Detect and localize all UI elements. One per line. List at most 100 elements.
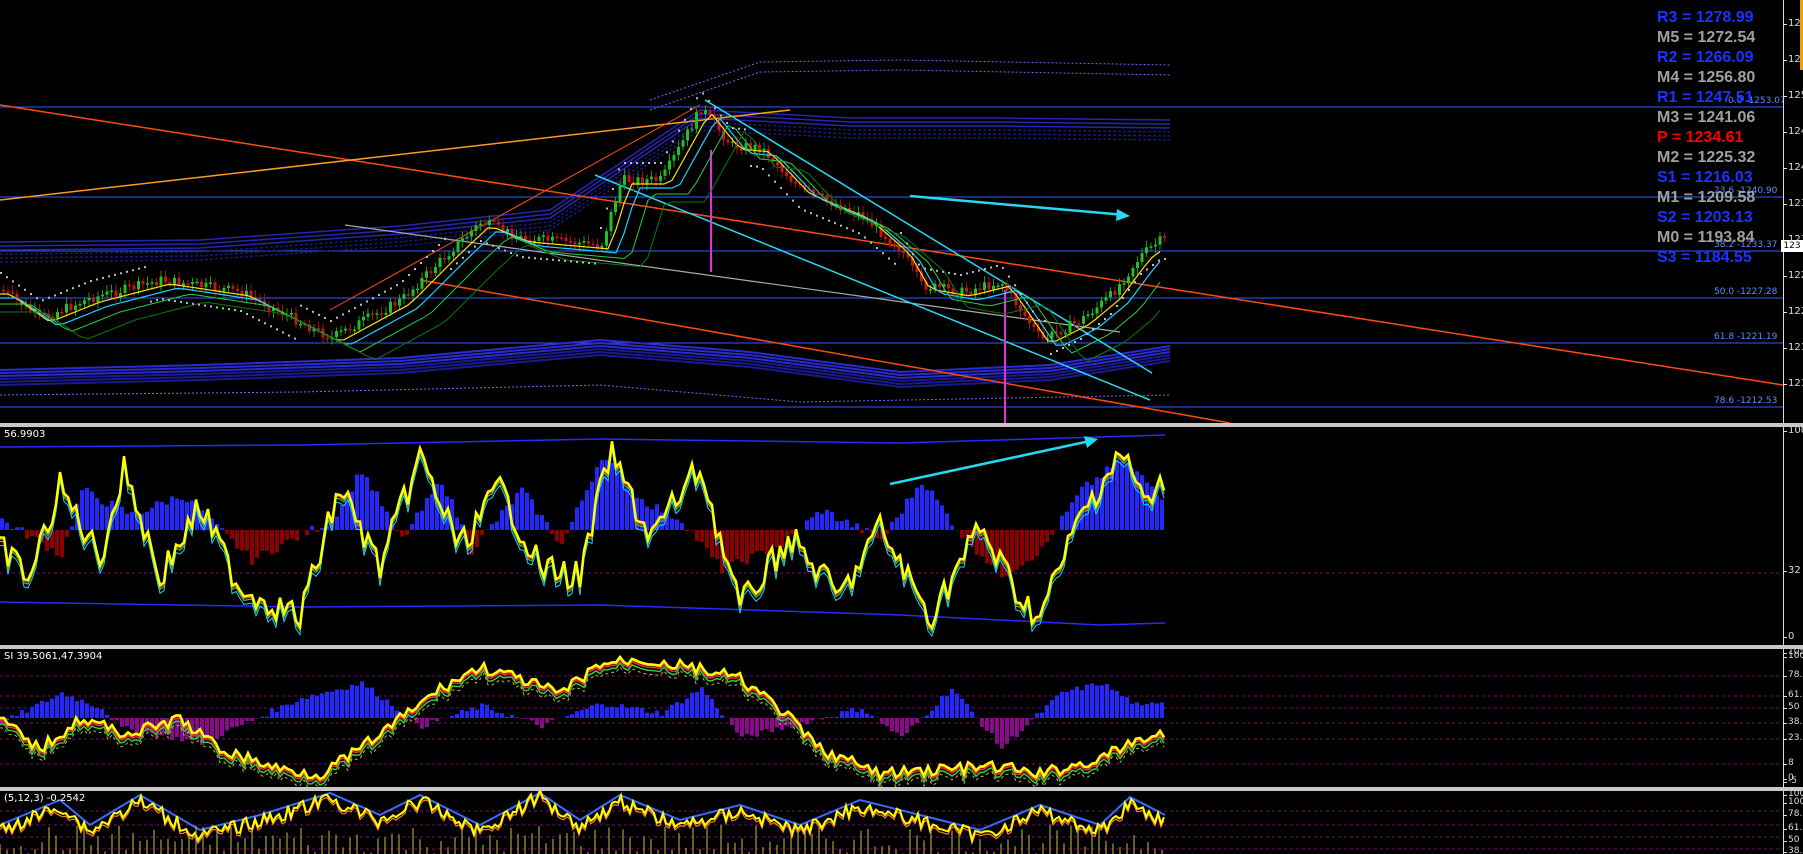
si-scale[interactable]: 10510078.661.85038.223.680-5 xyxy=(1782,649,1803,787)
candle xyxy=(897,246,901,252)
histogram-bar xyxy=(495,521,499,530)
si-chart[interactable] xyxy=(0,649,1783,787)
fib-level-label: 50.0 -1227.28 xyxy=(1714,287,1778,297)
current-price-tag: 123 xyxy=(1781,240,1803,252)
candle xyxy=(1140,253,1144,263)
si-histogram-bar xyxy=(710,698,714,718)
sar-dot xyxy=(354,306,356,309)
histogram-bar xyxy=(920,484,924,530)
candle xyxy=(591,243,595,245)
candle xyxy=(123,284,127,294)
si-histogram-bar xyxy=(990,718,994,734)
candle xyxy=(965,287,968,292)
sar-dot xyxy=(726,122,728,125)
candle xyxy=(1100,300,1103,308)
sar-dot xyxy=(870,241,872,244)
si-histogram-bar xyxy=(845,711,849,718)
candle xyxy=(794,181,797,184)
si-histogram-bar xyxy=(300,698,304,718)
si-histogram-bar xyxy=(385,699,389,718)
band-lower xyxy=(0,601,1166,626)
candle xyxy=(470,230,473,237)
candle xyxy=(128,284,131,287)
price-chart-pane[interactable]: 0.0 -1253.07 23.6 -1240.90 38.2 -1233.37 50… xyxy=(0,0,1803,423)
candle xyxy=(74,305,77,311)
si-histogram-bar xyxy=(475,709,479,718)
candle xyxy=(596,244,599,248)
si-histogram-bar xyxy=(215,718,219,739)
si-histogram-bar xyxy=(125,718,129,727)
pivot-level-6: P = 1234.61 xyxy=(1657,129,1744,146)
oscillator-line xyxy=(0,441,1166,631)
si-histogram-bar xyxy=(65,696,69,718)
si-histogram-bar xyxy=(60,692,64,718)
si-histogram-bar xyxy=(965,703,969,718)
histogram-bar xyxy=(790,530,794,535)
si-histogram-bar xyxy=(715,708,719,718)
candle xyxy=(645,179,649,185)
si-pane[interactable]: SI 39.5061,47.3904 10510078.661.85038.22… xyxy=(0,649,1803,787)
histogram-bar xyxy=(890,521,894,530)
histogram-bar xyxy=(750,530,754,554)
stoch-pane[interactable]: (5,12,3) -0.2542 10010078.661.85038.2 xyxy=(0,791,1803,854)
sar-dot xyxy=(462,256,464,259)
stoch-scale[interactable]: 10010078.661.85038.2 xyxy=(1782,791,1803,854)
histogram-bar xyxy=(475,530,479,548)
si-histogram-bar xyxy=(1010,718,1014,737)
histogram-bar xyxy=(565,530,569,534)
candle xyxy=(1068,320,1072,333)
candle xyxy=(587,241,590,244)
si-tick-label: 50 xyxy=(1782,702,1800,712)
sar-dot xyxy=(486,242,488,245)
sar-dot xyxy=(546,258,548,261)
oscillator-scale[interactable]: 100 32 0 xyxy=(1782,427,1803,645)
histogram-bar xyxy=(490,524,494,530)
sar-dot xyxy=(702,92,704,95)
sar-dot xyxy=(60,292,62,294)
histogram-bar xyxy=(335,516,339,530)
si-histogram-bar xyxy=(700,687,704,718)
oscillator-pane[interactable]: 56.9903 100 32 0 xyxy=(0,427,1803,645)
si-histogram-bar xyxy=(530,718,534,721)
sar-dot xyxy=(6,276,8,279)
histogram-bar xyxy=(555,530,559,542)
pivot-level-1: M5 = 1272.54 xyxy=(1657,29,1756,46)
candle xyxy=(371,313,374,315)
stoch-chart[interactable] xyxy=(0,791,1783,854)
histogram-bar xyxy=(250,530,254,565)
candle xyxy=(110,290,113,293)
histogram-bar xyxy=(820,513,824,530)
histogram-bar xyxy=(160,501,164,530)
candle xyxy=(1073,320,1076,324)
sar-dot xyxy=(330,320,332,322)
histogram-bar xyxy=(55,530,59,556)
oscillator-chart[interactable] xyxy=(0,427,1783,645)
histogram-bar xyxy=(785,530,789,537)
price-chart[interactable] xyxy=(0,0,1783,423)
histogram-bar xyxy=(1145,482,1149,530)
si-histogram-bar xyxy=(450,716,454,718)
sar-dot xyxy=(1026,301,1028,304)
candle xyxy=(357,320,361,330)
candle xyxy=(663,169,667,176)
si-histogram-bar xyxy=(105,714,109,718)
si-histogram-bar xyxy=(920,717,924,718)
si-tick-label: 100 xyxy=(1782,651,1803,661)
si-histogram-bar xyxy=(940,695,944,718)
histogram-bar xyxy=(570,522,574,530)
si-histogram-bar xyxy=(350,684,354,718)
histogram-bar xyxy=(405,530,409,535)
histogram-bar xyxy=(815,512,819,530)
candle xyxy=(159,276,163,286)
si-histogram-bar xyxy=(1160,702,1164,718)
si-histogram-bar xyxy=(1100,685,1104,718)
histogram-bar xyxy=(710,530,714,557)
sar-dot xyxy=(858,232,860,235)
sar-dot xyxy=(666,151,668,154)
sar-dot xyxy=(372,297,374,300)
histogram-bar xyxy=(775,530,779,547)
si-value-label: SI 39.5061,47.3904 xyxy=(4,651,103,662)
si-histogram-bar xyxy=(525,718,529,719)
candle xyxy=(983,282,986,291)
candle xyxy=(726,139,730,143)
